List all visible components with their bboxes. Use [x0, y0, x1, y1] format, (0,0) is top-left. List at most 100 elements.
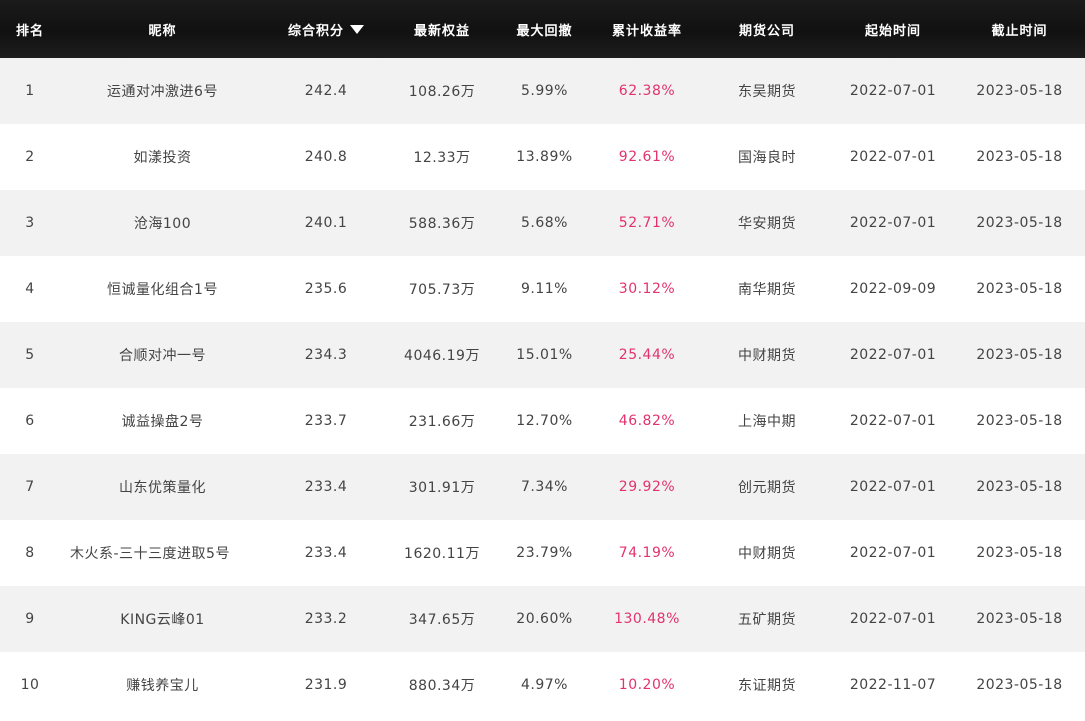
equity-cell: 347.65万: [408, 612, 476, 628]
start-date-cell: 2022-07-01: [849, 149, 937, 165]
return-cell: 29.92%: [618, 479, 676, 495]
score-cell: 233.4: [304, 545, 348, 561]
rank-cell: 10: [20, 677, 40, 693]
rank-cell: 4: [25, 281, 35, 297]
broker-cell: 东证期货: [738, 678, 796, 694]
table-row[interactable]: 9 KING云峰01 233.2 347.65万 20.60% 130.48% …: [0, 586, 1085, 652]
name-link[interactable]: 如漾投资: [70, 147, 255, 167]
name-link[interactable]: 赚钱养宝儿: [70, 675, 255, 695]
equity-cell: 12.33万: [413, 150, 471, 166]
return-cell: 25.44%: [618, 347, 676, 363]
drawdown-cell: 12.70%: [516, 413, 573, 429]
drawdown-cell: 4.97%: [521, 677, 568, 693]
end-date-cell: 2023-05-18: [976, 215, 1063, 231]
broker-cell: 东吴期货: [738, 84, 796, 100]
score-cell: 231.9: [304, 677, 348, 693]
start-date-cell: 2022-07-01: [849, 347, 937, 363]
header-start[interactable]: 起始时间: [832, 20, 954, 39]
score-cell: 233.2: [304, 611, 348, 627]
end-date-cell: 2023-05-18: [976, 545, 1063, 561]
sort-score-button[interactable]: 综合积分: [288, 20, 364, 39]
start-date-cell: 2022-09-09: [849, 281, 937, 297]
score-cell: 233.4: [304, 479, 348, 495]
rank-cell: 3: [25, 215, 35, 231]
return-cell: 52.71%: [618, 215, 676, 231]
table-row[interactable]: 5 合顺对冲一号 234.3 4046.19万 15.01% 25.44% 中财…: [0, 322, 1085, 388]
name-link[interactable]: 沧海100: [70, 213, 255, 233]
table-row[interactable]: 7 山东优策量化 233.4 301.91万 7.34% 29.92% 创元期货…: [0, 454, 1085, 520]
end-date-cell: 2023-05-18: [976, 611, 1063, 627]
score-cell: 240.1: [304, 215, 348, 231]
table-row[interactable]: 4 恒诚量化组合1号 235.6 705.73万 9.11% 30.12% 南华…: [0, 256, 1085, 322]
broker-cell: 中财期货: [738, 546, 796, 562]
drawdown-cell: 9.11%: [521, 281, 568, 297]
drawdown-cell: 5.68%: [521, 215, 568, 231]
rank-cell: 7: [25, 479, 35, 495]
table-row[interactable]: 2 如漾投资 240.8 12.33万 13.89% 92.61% 国海良时 2…: [0, 124, 1085, 190]
return-cell: 30.12%: [618, 281, 676, 297]
start-date-cell: 2022-07-01: [849, 413, 937, 429]
broker-cell: 上海中期: [738, 414, 796, 430]
name-link[interactable]: 合顺对冲一号: [70, 345, 255, 365]
start-date-cell: 2022-07-01: [849, 215, 937, 231]
header-return[interactable]: 累计收益率: [592, 20, 702, 39]
table-row[interactable]: 6 诚益操盘2号 233.7 231.66万 12.70% 46.82% 上海中…: [0, 388, 1085, 454]
name-link[interactable]: KING云峰01: [70, 609, 255, 629]
broker-cell: 国海良时: [738, 150, 796, 166]
broker-cell: 创元期货: [738, 480, 796, 496]
equity-cell: 1620.11万: [404, 546, 480, 562]
name-link[interactable]: 山东优策量化: [70, 477, 255, 497]
rank-cell: 2: [25, 149, 35, 165]
drawdown-cell: 23.79%: [516, 545, 573, 561]
return-cell: 92.61%: [618, 149, 676, 165]
end-date-cell: 2023-05-18: [976, 149, 1063, 165]
equity-cell: 588.36万: [408, 216, 476, 232]
end-date-cell: 2023-05-18: [976, 479, 1063, 495]
start-date-cell: 2022-07-01: [849, 479, 937, 495]
caret-down-icon[interactable]: [350, 24, 364, 34]
table-row[interactable]: 10 赚钱养宝儿 231.9 880.34万 4.97% 10.20% 东证期货…: [0, 652, 1085, 718]
score-cell: 233.7: [304, 413, 348, 429]
broker-cell: 华安期货: [738, 216, 796, 232]
return-cell: 10.20%: [618, 677, 676, 693]
header-name[interactable]: 昵称: [60, 20, 265, 39]
end-date-cell: 2023-05-18: [976, 413, 1063, 429]
name-link[interactable]: 木火系-三十三度进取5号: [70, 543, 255, 563]
return-cell: 74.19%: [618, 545, 676, 561]
table-row[interactable]: 3 沧海100 240.1 588.36万 5.68% 52.71% 华安期货 …: [0, 190, 1085, 256]
drawdown-cell: 20.60%: [516, 611, 573, 627]
header-broker[interactable]: 期货公司: [702, 20, 832, 39]
equity-cell: 4046.19万: [404, 348, 480, 364]
return-cell: 46.82%: [618, 413, 676, 429]
start-date-cell: 2022-07-01: [849, 545, 937, 561]
score-cell: 242.4: [304, 83, 348, 99]
drawdown-cell: 7.34%: [521, 479, 568, 495]
header-drawdown[interactable]: 最大回撤: [497, 20, 592, 39]
rank-cell: 9: [25, 611, 35, 627]
header-end[interactable]: 截止时间: [954, 20, 1085, 39]
rank-cell: 8: [25, 545, 35, 561]
score-cell: 234.3: [304, 347, 348, 363]
name-link[interactable]: 运通对冲激进6号: [70, 81, 255, 101]
rank-cell: 6: [25, 413, 35, 429]
table-row[interactable]: 1 运通对冲激进6号 242.4 108.26万 5.99% 62.38% 东吴…: [0, 58, 1085, 124]
end-date-cell: 2023-05-18: [976, 347, 1063, 363]
header-rank[interactable]: 排名: [0, 20, 60, 39]
ranking-table: 排名 昵称 综合积分 最新权益 最大回撤 累计收益率 期货公司 起始时间 截止时…: [0, 0, 1085, 718]
rank-cell: 1: [25, 83, 35, 99]
equity-cell: 880.34万: [408, 678, 476, 694]
equity-cell: 108.26万: [408, 84, 476, 100]
name-link[interactable]: 诚益操盘2号: [70, 411, 255, 431]
end-date-cell: 2023-05-18: [976, 677, 1063, 693]
return-cell: 130.48%: [614, 611, 680, 627]
table-row[interactable]: 8 木火系-三十三度进取5号 233.4 1620.11万 23.79% 74.…: [0, 520, 1085, 586]
drawdown-cell: 13.89%: [516, 149, 573, 165]
score-cell: 240.8: [304, 149, 348, 165]
table-header: 排名 昵称 综合积分 最新权益 最大回撤 累计收益率 期货公司 起始时间 截止时…: [0, 0, 1085, 58]
header-score[interactable]: 综合积分: [265, 20, 387, 39]
drawdown-cell: 5.99%: [521, 83, 568, 99]
header-equity[interactable]: 最新权益: [387, 20, 497, 39]
equity-cell: 231.66万: [408, 414, 476, 430]
name-link[interactable]: 恒诚量化组合1号: [70, 279, 255, 299]
score-cell: 235.6: [304, 281, 348, 297]
